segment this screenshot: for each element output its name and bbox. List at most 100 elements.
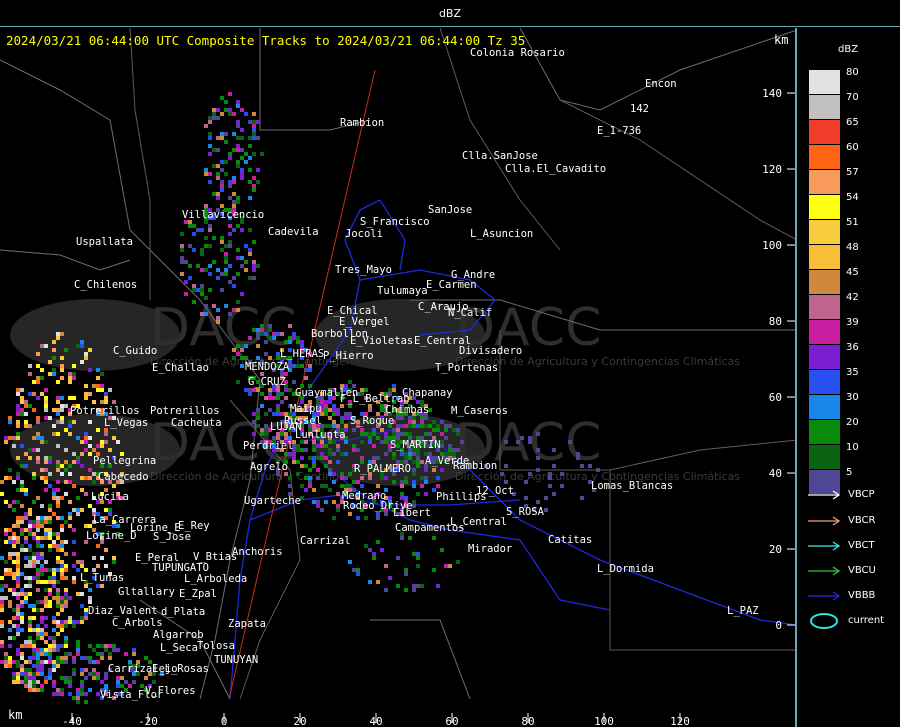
radar-echo xyxy=(12,676,16,680)
radar-echo xyxy=(44,468,48,472)
radar-echo xyxy=(224,256,228,260)
radar-echo xyxy=(424,424,428,428)
radar-echo xyxy=(560,484,564,488)
radar-echo xyxy=(236,308,240,312)
radar-echo xyxy=(92,676,96,680)
radar-echo xyxy=(56,568,60,572)
radar-echo xyxy=(448,564,452,568)
radar-echo xyxy=(64,624,68,628)
radar-echo xyxy=(440,444,444,448)
radar-echo xyxy=(336,508,340,512)
radar-echo xyxy=(92,648,96,652)
radar-echo xyxy=(400,416,404,420)
radar-echo xyxy=(52,432,56,436)
radar-echo xyxy=(96,388,100,392)
y-axis-tick-label: 0 xyxy=(775,619,782,632)
radar-echo xyxy=(36,516,40,520)
radar-echo xyxy=(32,652,36,656)
boundary-line xyxy=(439,28,561,251)
radar-echo xyxy=(252,136,256,140)
radar-echo xyxy=(52,684,56,688)
radar-echo xyxy=(28,544,32,548)
radar-echo xyxy=(16,432,20,436)
radar-echo xyxy=(420,424,424,428)
radar-echo xyxy=(300,464,304,468)
radar-echo xyxy=(60,540,64,544)
x-axis-tick-label: -40 xyxy=(62,715,82,727)
radar-echo xyxy=(104,684,108,688)
radar-echo xyxy=(12,608,16,612)
radar-echo xyxy=(112,648,116,652)
place-label: C_Guido xyxy=(113,345,157,357)
radar-echo xyxy=(336,412,340,416)
radar-echo xyxy=(296,364,300,368)
radar-echo xyxy=(24,600,28,604)
radar-echo xyxy=(296,336,300,340)
radar-echo xyxy=(268,388,272,392)
radar-echo xyxy=(28,524,32,528)
radar-echo xyxy=(204,204,208,208)
radar-echo xyxy=(332,408,336,412)
radar-echo xyxy=(88,420,92,424)
legend-level-label: 42 xyxy=(846,292,859,303)
radar-echo xyxy=(100,444,104,448)
legend-swatch xyxy=(809,145,840,169)
radar-echo xyxy=(80,692,84,696)
radar-echo xyxy=(4,652,8,656)
radar-echo xyxy=(16,568,20,572)
radar-echo xyxy=(28,684,32,688)
radar-echo xyxy=(448,424,452,428)
radar-echo xyxy=(60,620,64,624)
place-label: Campamentos xyxy=(395,522,465,534)
legend-level-label: 30 xyxy=(846,392,859,403)
radar-echo xyxy=(8,588,12,592)
radar-echo xyxy=(20,604,24,608)
radar-echo xyxy=(348,560,352,564)
radar-echo xyxy=(76,696,80,700)
radar-echo xyxy=(16,476,20,480)
radar-echo xyxy=(224,260,228,264)
radar-echo xyxy=(292,364,296,368)
radar-echo xyxy=(116,440,120,444)
radar-echo xyxy=(184,292,188,296)
radar-echo xyxy=(4,568,8,572)
radar-echo xyxy=(256,332,260,336)
radar-echo xyxy=(412,420,416,424)
radar-echo xyxy=(244,344,248,348)
radar-echo xyxy=(68,512,72,516)
radar-echo xyxy=(452,428,456,432)
legend-swatch xyxy=(809,70,840,94)
radar-echo xyxy=(272,412,276,416)
radar-echo xyxy=(48,672,52,676)
radar-echo xyxy=(104,508,108,512)
radar-echo xyxy=(536,456,540,460)
legend-unit: dBZ xyxy=(838,44,859,55)
radar-echo xyxy=(60,604,64,608)
radar-echo xyxy=(408,420,412,424)
radar-map-pane[interactable]: DACC Dirección de Agricultura y Contingen… xyxy=(0,28,797,727)
radar-echo xyxy=(20,656,24,660)
radar-echo xyxy=(304,448,308,452)
radar-echo xyxy=(384,512,388,516)
radar-map[interactable]: DACCDirección de Agricultura y Contingen… xyxy=(0,28,797,727)
radar-echo xyxy=(56,660,60,664)
radar-echo xyxy=(200,248,204,252)
radar-echo xyxy=(32,672,36,676)
radar-echo xyxy=(76,644,80,648)
radar-echo xyxy=(240,364,244,368)
radar-echo xyxy=(40,368,44,372)
radar-echo xyxy=(24,536,28,540)
radar-echo xyxy=(56,632,60,636)
radar-echo xyxy=(16,652,20,656)
radar-echo xyxy=(384,476,388,480)
radar-echo xyxy=(40,556,44,560)
radar-echo xyxy=(192,284,196,288)
radar-echo xyxy=(104,676,108,680)
radar-echo xyxy=(100,372,104,376)
radar-echo xyxy=(40,564,44,568)
radar-echo xyxy=(84,448,88,452)
radar-echo xyxy=(20,592,24,596)
radar-echo xyxy=(44,568,48,572)
radar-echo xyxy=(16,660,20,664)
radar-echo xyxy=(272,396,276,400)
